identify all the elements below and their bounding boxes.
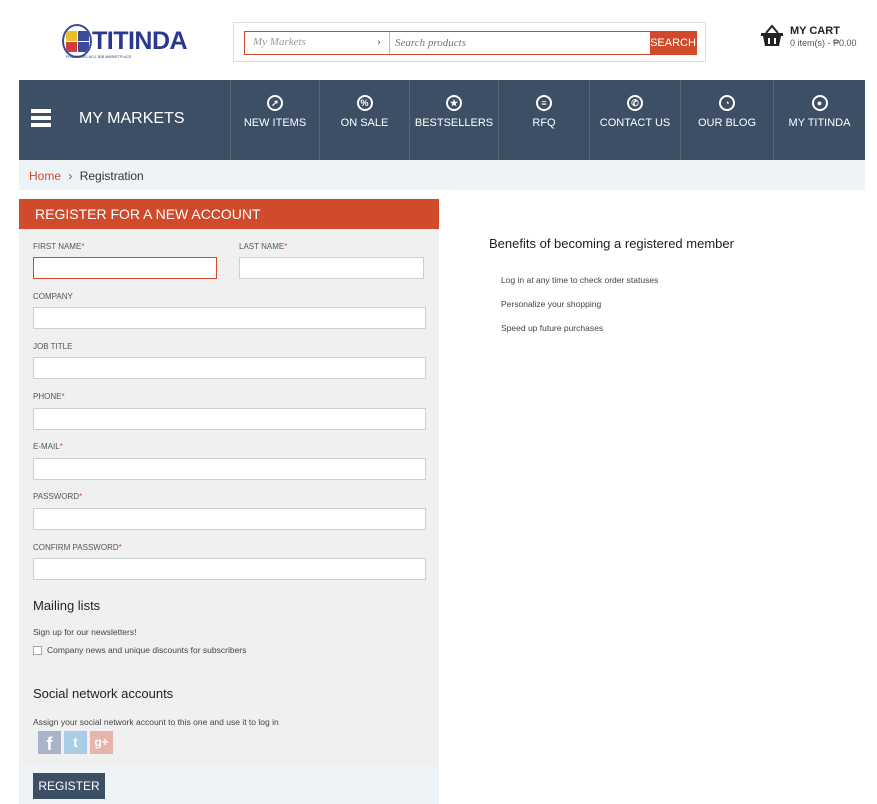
- brand-logo[interactable]: TITINDA PHILIPPINES NO.1 B2B MARKETPLACE: [62, 24, 188, 64]
- breadcrumb-separator: ›: [68, 169, 73, 183]
- benefits-title: Benefits of becoming a registered member: [489, 236, 734, 251]
- breadcrumb-current: Registration: [79, 169, 144, 183]
- password-label: PASSWORD*: [33, 492, 83, 501]
- mailing-intro: Sign up for our newsletters!: [33, 627, 137, 637]
- last-name-label: LAST NAME*: [239, 242, 288, 251]
- password-field[interactable]: [33, 508, 426, 530]
- search-bar: My Markets › SEARCH: [233, 22, 706, 62]
- nav-item-label: NEW ITEMS: [243, 117, 307, 129]
- chevron-right-icon: ›: [377, 34, 381, 48]
- my-markets-label: MY MARKETS: [79, 110, 185, 127]
- newsletter-option-label[interactable]: Company news and unique discounts for su…: [47, 645, 246, 655]
- nav-item-label: ON SALE: [340, 117, 389, 129]
- percent-icon: %: [356, 95, 373, 111]
- benefit-item: Log in at any time to check order status…: [501, 275, 659, 285]
- first-name-label: FIRST NAME*: [33, 242, 85, 251]
- nav-item-on-sale[interactable]: % ON SALE: [319, 80, 409, 160]
- cart-title: MY CART: [790, 25, 840, 37]
- mailing-lists-title: Mailing lists: [33, 598, 101, 613]
- nav-item-contact-us[interactable]: ✆ CONTACT US: [589, 80, 680, 160]
- email-label: E-MAIL*: [33, 442, 63, 451]
- email-field[interactable]: [33, 458, 426, 480]
- benefit-item: Personalize your shopping: [501, 299, 602, 309]
- first-name-field[interactable]: [33, 257, 217, 279]
- google-plus-icon[interactable]: g+: [90, 731, 113, 754]
- form-heading: REGISTER FOR A NEW ACCOUNT: [19, 199, 439, 229]
- confirm-password-label: CONFIRM PASSWORD*: [33, 543, 122, 552]
- benefit-item: Speed up future purchases: [501, 323, 604, 333]
- phone-field[interactable]: [33, 408, 426, 430]
- list-icon: ≡: [536, 95, 552, 111]
- search-input[interactable]: [393, 32, 648, 54]
- my-markets-menu[interactable]: MY MARKETS: [19, 80, 230, 160]
- market-select-label: My Markets: [253, 36, 306, 48]
- nav-item-our-blog[interactable]: ◔ OUR BLOG: [680, 80, 773, 160]
- job-title-label: JOB TITLE: [33, 342, 73, 351]
- site-header: TITINDA PHILIPPINES NO.1 B2B MARKETPLACE…: [0, 0, 877, 80]
- registration-form: REGISTER FOR A NEW ACCOUNT FIRST NAME* L…: [19, 199, 439, 765]
- twitter-icon[interactable]: t: [64, 731, 87, 754]
- star-icon: ★: [446, 95, 462, 111]
- phone-label: PHONE*: [33, 392, 65, 401]
- nav-item-bestsellers[interactable]: ★ BESTSELLERS: [409, 80, 498, 160]
- hamburger-icon: [31, 109, 51, 127]
- register-button[interactable]: REGISTER: [33, 773, 105, 799]
- nav-item-label: MY TITINDA: [788, 117, 851, 129]
- confirm-password-field[interactable]: [33, 558, 426, 580]
- rss-icon: ◔: [719, 95, 735, 111]
- nav-item-new-items[interactable]: ➚ NEW ITEMS: [230, 80, 319, 160]
- register-footer: REGISTER: [19, 765, 439, 804]
- market-select[interactable]: My Markets ›: [245, 32, 390, 54]
- cart-summary: 0 item(s) - ₱0.00: [790, 38, 857, 48]
- nav-item-my-titinda[interactable]: ● MY TITINDA: [773, 80, 865, 160]
- breadcrumb-home-link[interactable]: Home: [29, 169, 61, 183]
- compass-icon: ➚: [267, 95, 283, 111]
- nav-item-label: BESTSELLERS: [414, 117, 494, 129]
- company-label: COMPANY: [33, 292, 73, 301]
- mini-cart[interactable]: MY CART 0 item(s) - ₱0.00: [760, 22, 875, 52]
- nav-item-label: CONTACT US: [599, 117, 671, 129]
- phone-icon: ✆: [627, 95, 643, 111]
- social-intro: Assign your social network account to th…: [33, 717, 279, 727]
- logo-emblem-icon: [62, 24, 92, 58]
- company-field[interactable]: [33, 307, 426, 329]
- last-name-field[interactable]: [239, 257, 424, 279]
- nav-item-rfq[interactable]: ≡ RFQ: [498, 80, 589, 160]
- basket-icon: [761, 24, 783, 46]
- brand-name: TITINDA: [92, 27, 188, 55]
- job-title-field[interactable]: [33, 357, 426, 379]
- newsletter-checkbox[interactable]: [33, 646, 42, 655]
- main-nav: MY MARKETS ➚ NEW ITEMS % ON SALE ★ BESTS…: [19, 80, 865, 160]
- facebook-icon[interactable]: f: [38, 731, 61, 754]
- brand-tagline: PHILIPPINES NO.1 B2B MARKETPLACE: [66, 55, 132, 59]
- nav-item-label: RFQ: [532, 117, 556, 129]
- social-accounts-title: Social network accounts: [33, 686, 174, 701]
- search-button[interactable]: SEARCH: [650, 31, 696, 55]
- user-icon: ●: [811, 95, 828, 111]
- breadcrumb: Home › Registration: [19, 160, 865, 190]
- nav-item-label: OUR BLOG: [697, 117, 757, 129]
